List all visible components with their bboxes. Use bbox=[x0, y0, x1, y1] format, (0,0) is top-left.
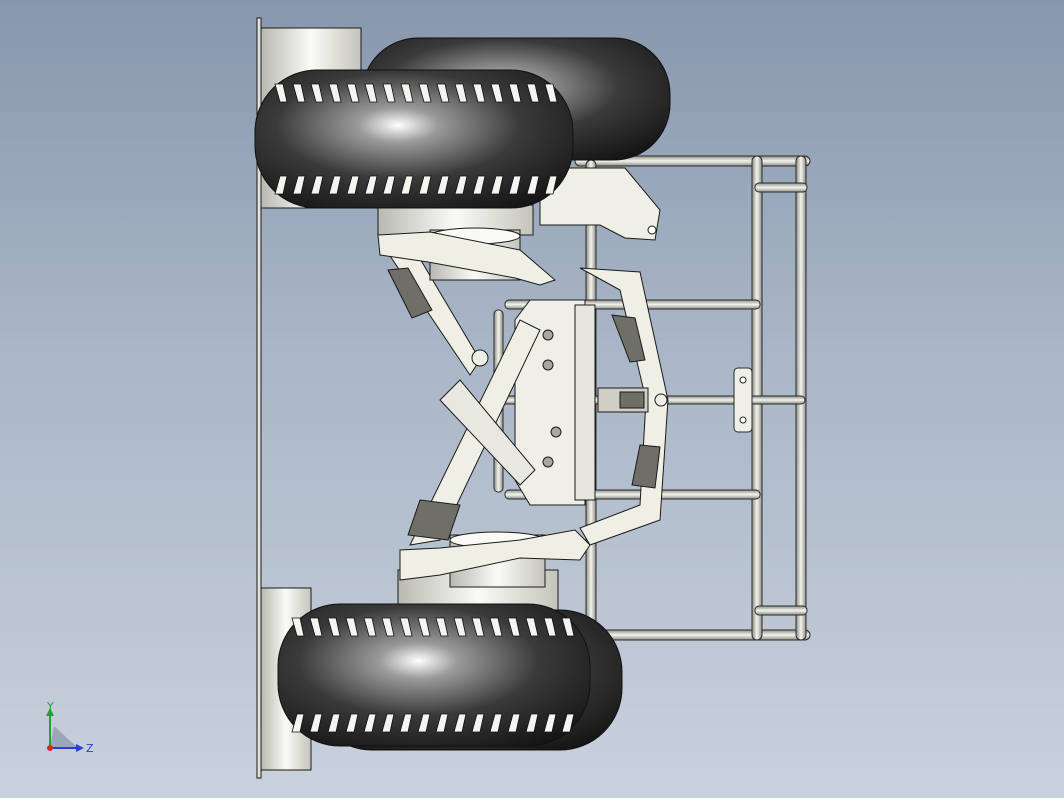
x-axis-dot bbox=[47, 745, 53, 751]
vehicle-chassis-model[interactable] bbox=[0, 0, 1064, 798]
tire-front-top[interactable] bbox=[254, 69, 574, 209]
z-axis-head bbox=[76, 744, 84, 752]
z-axis-label: Z bbox=[86, 742, 94, 755]
cad-viewport[interactable]: Y Z bbox=[0, 0, 1064, 798]
orientation-triad[interactable]: Y Z bbox=[40, 700, 100, 760]
tire-front-bottom[interactable] bbox=[277, 603, 591, 747]
triad-plane bbox=[50, 726, 78, 748]
y-axis-label: Y bbox=[46, 700, 54, 713]
